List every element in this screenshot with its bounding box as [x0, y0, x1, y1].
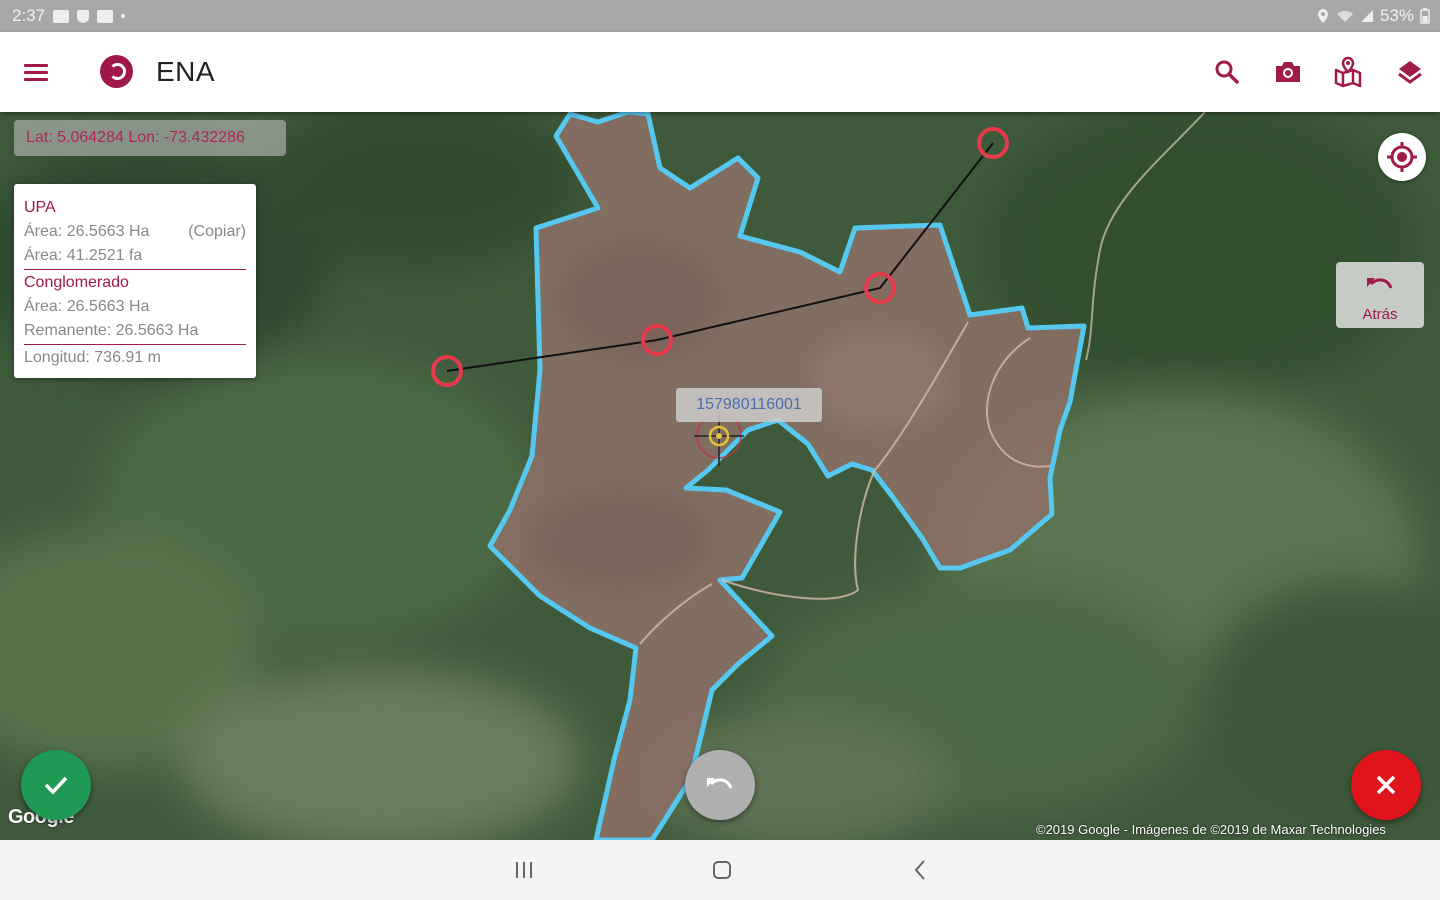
cancel-button[interactable] [1351, 750, 1421, 820]
parcel-id-label: 157980116001 [676, 388, 822, 422]
back-button[interactable]: Atrás [1336, 262, 1424, 328]
youtube-icon [97, 9, 114, 23]
chevron-left-icon [914, 860, 925, 880]
home-icon [713, 861, 731, 879]
coordinates-readout: Lat: 5.064284 Lon: -73.432286 [14, 120, 286, 156]
check-icon [44, 776, 68, 795]
screen: 2:37 53% ENA Lat: 5.064284 Lon: -73.4322… [0, 0, 1440, 900]
my-location-icon [1387, 142, 1417, 172]
confirm-button[interactable] [21, 750, 91, 820]
upa-area-fa: Área: 41.2521 fa [24, 247, 143, 264]
back-button-label: Atrás [1362, 306, 1398, 323]
search-button[interactable] [1209, 54, 1245, 90]
back-nav-button[interactable] [900, 854, 940, 886]
info-card: UPA Área: 26.5663 Ha (Copiar) Área: 41.2… [14, 184, 256, 378]
undo-icon [1367, 278, 1393, 289]
divider [24, 344, 246, 345]
home-button[interactable] [702, 854, 742, 886]
my-location-button[interactable] [1378, 133, 1426, 181]
copy-link[interactable]: (Copiar) [188, 220, 246, 244]
undo-point-button[interactable] [685, 750, 755, 820]
gallery-icon [53, 9, 70, 23]
upa-label: UPA [24, 199, 56, 216]
battery-percent: 53% [1379, 6, 1414, 25]
undo-icon [707, 778, 733, 789]
upa-area-ha: Área: 26.5663 Ha [24, 223, 150, 240]
layers-icon [1398, 61, 1422, 84]
longitud-value: Longitud: 736.91 m [24, 349, 161, 366]
location-icon [1317, 9, 1328, 23]
signal-icon [1360, 10, 1373, 22]
app-title: ENA [156, 56, 216, 87]
menu-button[interactable] [20, 56, 52, 88]
remanente-area: Remanente: 26.5663 Ha [24, 322, 199, 339]
app-bar: ENA [0, 32, 1440, 112]
recent-apps-icon [516, 862, 532, 878]
search-icon [1215, 60, 1239, 84]
upa-area-row: Área: 26.5663 Ha (Copiar) [24, 220, 246, 244]
divider [24, 269, 246, 270]
conglomerado-area: Área: 26.5663 Ha [24, 298, 150, 315]
conglomerado-label: Conglomerado [24, 274, 129, 291]
camera-icon [1276, 62, 1300, 82]
battery-icon [1420, 8, 1430, 24]
shield-icon [77, 9, 90, 23]
wifi-icon [1336, 10, 1353, 22]
camera-button[interactable] [1270, 54, 1306, 90]
recent-apps-button[interactable] [504, 854, 544, 886]
menu-icon-bar [24, 71, 48, 74]
notification-dot-icon [121, 14, 126, 18]
app-logo [100, 55, 133, 88]
map-attribution: ©2019 Google - Imágenes de ©2019 de Maxa… [1036, 822, 1386, 837]
status-time: 2:37 [12, 6, 46, 25]
status-bar: 2:37 53% [0, 0, 1440, 32]
map-marker-button[interactable] [1330, 54, 1366, 90]
menu-icon [24, 64, 48, 67]
layers-button[interactable] [1392, 54, 1428, 90]
map-marker-icon [1334, 56, 1362, 88]
system-nav-bar [0, 840, 1440, 900]
close-icon [1376, 775, 1396, 795]
menu-icon-bar [24, 78, 48, 81]
